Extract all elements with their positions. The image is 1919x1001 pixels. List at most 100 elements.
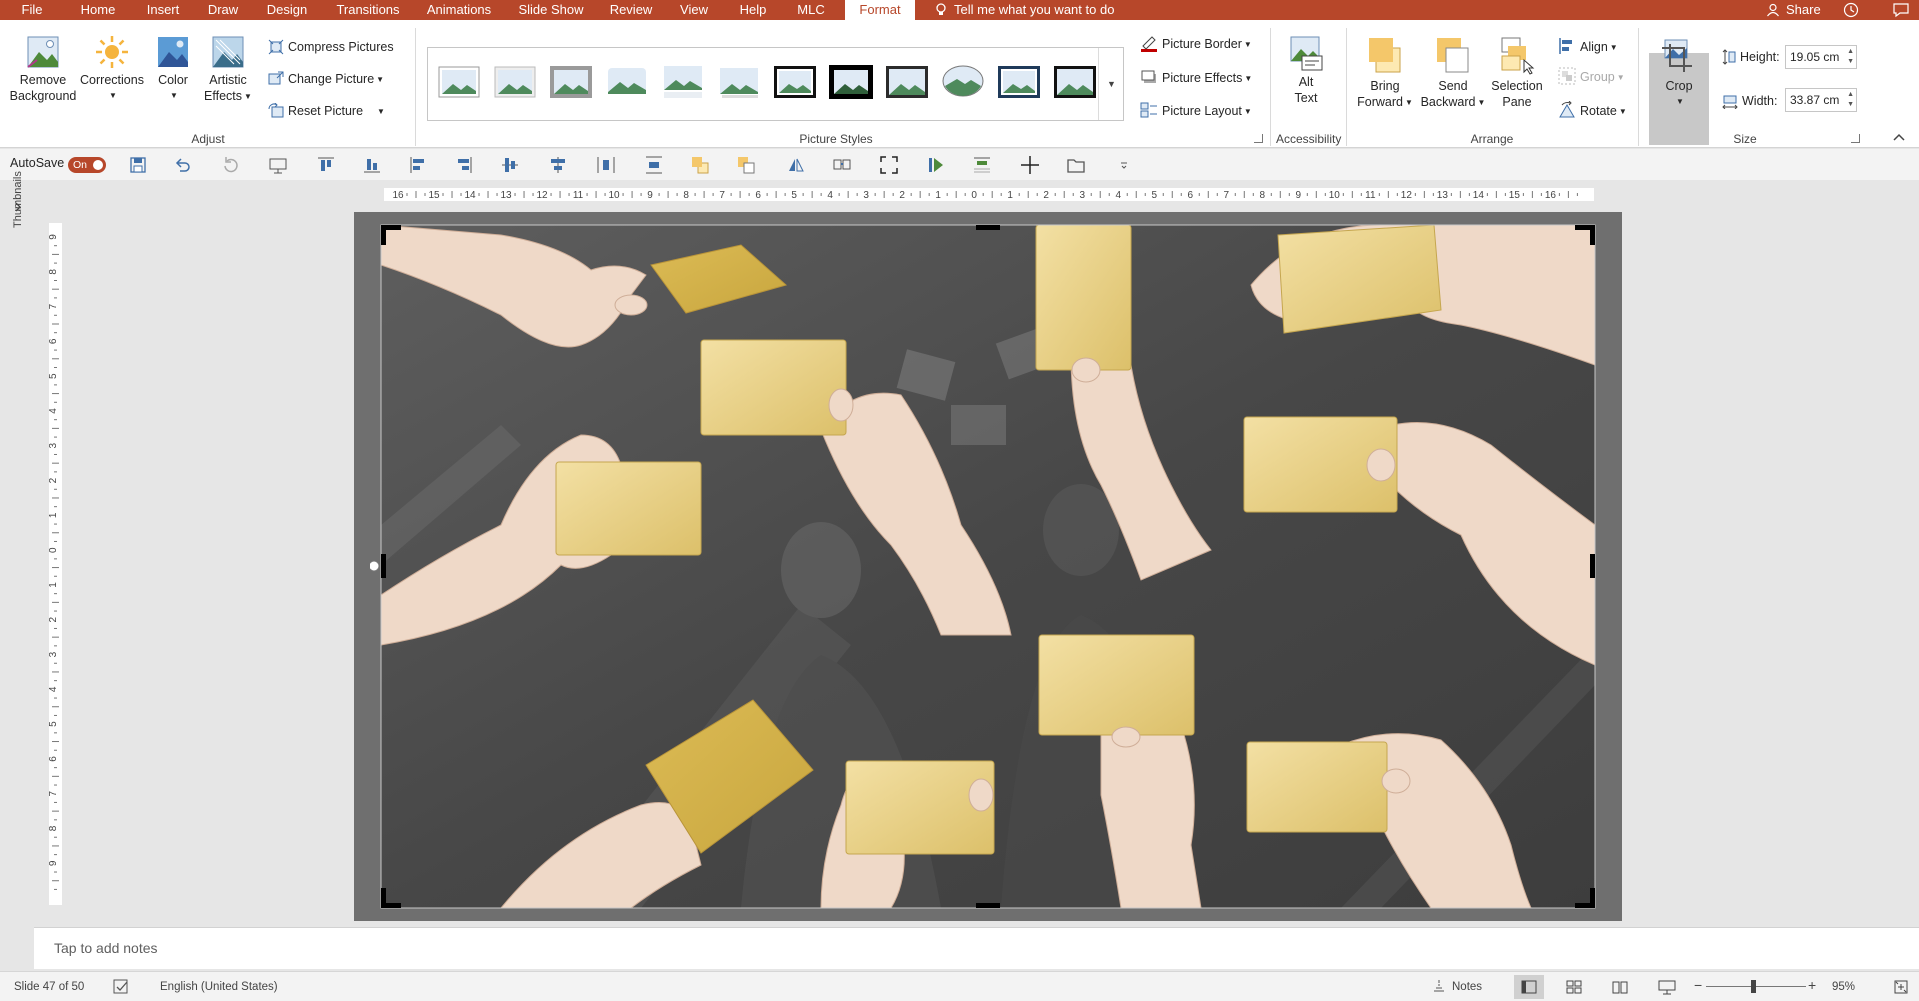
distribute-vertically-icon[interactable] [644,155,664,175]
autosave-toggle[interactable]: On [68,157,106,173]
align-middle-icon[interactable] [500,155,520,175]
picture-layout-button[interactable]: Picture Layout ▼ [1140,101,1252,121]
picture-effects-button[interactable]: Picture Effects ▼ [1140,68,1252,88]
crop-button[interactable]: Crop ▼ [1649,36,1709,110]
size-launcher-icon[interactable] [1851,134,1860,143]
picture-border-button[interactable]: Picture Border ▼ [1140,34,1252,54]
style-beveled-icon[interactable] [548,62,594,102]
tab-review[interactable]: Review [603,0,659,20]
language-indicator[interactable]: English (United States) [160,981,278,993]
gallery-more-button[interactable]: ▼ [1098,48,1124,120]
style-thick-black-icon[interactable] [828,62,874,102]
tab-transitions[interactable]: Transitions [328,0,408,20]
style-soft-edge-icon[interactable] [492,62,538,102]
crop-handle-right-icon[interactable] [1590,554,1595,578]
slideshow-view-icon[interactable] [1658,979,1676,995]
normal-view-button[interactable] [1514,975,1544,999]
tab-mlc[interactable]: MLC [788,0,834,20]
collapse-ribbon-icon[interactable] [1892,132,1906,142]
flip-icon[interactable] [786,155,806,175]
style-black-frame-icon[interactable] [772,62,818,102]
history-icon[interactable] [1842,1,1860,19]
tab-draw[interactable]: Draw [200,0,246,20]
send-backward-button[interactable]: Send Backward ▼ [1418,34,1488,111]
tab-format[interactable]: Format [845,0,915,20]
change-picture-button[interactable]: Change Picture ▼ [268,69,384,89]
tab-file[interactable]: File [12,0,52,20]
fit-slide-icon[interactable] [1893,979,1909,995]
tab-insert[interactable]: Insert [138,0,188,20]
bring-to-front-icon[interactable] [690,155,710,175]
remove-background-button[interactable]: Remove Background [8,34,78,104]
thumbnails-label[interactable]: Thumbnails [12,171,24,228]
start-slideshow-icon[interactable] [268,155,288,175]
align-left-icon[interactable] [408,155,428,175]
style-dark-frame-icon[interactable] [1052,62,1098,102]
zoom-slider-track[interactable] [1706,986,1806,987]
rotate-button[interactable]: Rotate ▼ [1558,101,1627,121]
compress-pictures-button[interactable]: Compress Pictures [268,37,394,57]
align-center-icon[interactable] [548,155,568,175]
fit-to-window-icon[interactable] [879,155,899,175]
alt-text-button[interactable]: Alt Text [1280,34,1332,106]
artistic-effects-button[interactable]: Artistic Effects ▼ [200,34,256,105]
zoom-level[interactable]: 95% [1832,981,1855,993]
comments-icon[interactable] [1892,1,1910,19]
height-field[interactable]: 19.05 cm ▲ ▼ [1785,45,1857,69]
distribute-horizontally-icon[interactable] [596,155,616,175]
reset-picture-button[interactable]: Reset Picture ▼ [268,101,385,121]
picture-styles-launcher-icon[interactable] [1254,134,1263,143]
align-button[interactable]: Align ▼ [1558,37,1618,57]
align-right-icon[interactable] [454,155,474,175]
slide-sorter-icon[interactable] [1566,980,1582,994]
crop-handle-top-left-icon[interactable] [381,225,401,245]
zoom-in-button[interactable]: + [1808,977,1816,993]
align-top-icon[interactable] [316,155,336,175]
selection-pane-button[interactable]: Selection Pane [1488,34,1546,110]
align-bottom-icon[interactable] [362,155,382,175]
undo-icon[interactable] [172,155,192,175]
style-soft-shadow-icon[interactable] [716,62,762,102]
notes-button[interactable]: Notes [1432,979,1482,995]
color-button[interactable]: Color ▼ [148,34,198,104]
share-button[interactable]: Share [1766,0,1821,20]
tell-me-search[interactable]: Tell me what you want to do [934,0,1114,20]
style-reflected-icon[interactable] [660,62,706,102]
guides-icon[interactable] [1020,155,1040,175]
style-metal-frame-icon[interactable] [884,62,930,102]
insert-text-icon[interactable] [972,155,992,175]
width-spinner-icon[interactable]: ▲ ▼ [1847,90,1854,110]
send-to-back-icon[interactable] [736,155,756,175]
reading-view-icon[interactable] [1612,980,1628,994]
resize-handle-left-icon[interactable] [370,560,380,572]
tab-slide-show[interactable]: Slide Show [512,0,590,20]
crop-handle-bottom-icon[interactable] [976,903,1000,908]
style-rounded-icon[interactable] [604,62,650,102]
tab-view[interactable]: View [672,0,716,20]
notes-pane[interactable]: Tap to add notes [34,927,1919,969]
crop-handles[interactable] [381,225,1595,908]
zoom-out-button[interactable]: − [1694,977,1702,993]
group-button[interactable]: Group ▼ [1558,67,1625,87]
style-double-frame-icon[interactable] [996,62,1042,102]
height-spinner-icon[interactable]: ▲ ▼ [1847,47,1854,67]
zoom-slider-thumb[interactable] [1751,980,1756,993]
customize-toolbar-icon[interactable] [1114,155,1134,175]
tab-animations[interactable]: Animations [418,0,500,20]
crop-handle-left-icon[interactable] [381,554,386,578]
slide-counter[interactable]: Slide 47 of 50 [14,981,84,993]
group-objects-icon[interactable] [832,155,852,175]
corrections-button[interactable]: Corrections ▼ [80,34,144,104]
crop-handle-bottom-right-icon[interactable] [1575,888,1595,908]
redo-icon[interactable] [220,155,240,175]
accessibility-check-icon[interactable] [113,979,131,995]
open-folder-icon[interactable] [1066,155,1086,175]
width-field[interactable]: 33.87 cm ▲ ▼ [1785,88,1857,112]
bring-forward-button[interactable]: Bring Forward ▼ [1354,34,1416,111]
crop-handle-bottom-left-icon[interactable] [381,888,401,908]
crop-handle-top-right-icon[interactable] [1575,225,1595,245]
save-icon[interactable] [128,155,148,175]
crop-handle-top-icon[interactable] [976,225,1000,230]
tab-design[interactable]: Design [258,0,316,20]
tab-home[interactable]: Home [72,0,124,20]
